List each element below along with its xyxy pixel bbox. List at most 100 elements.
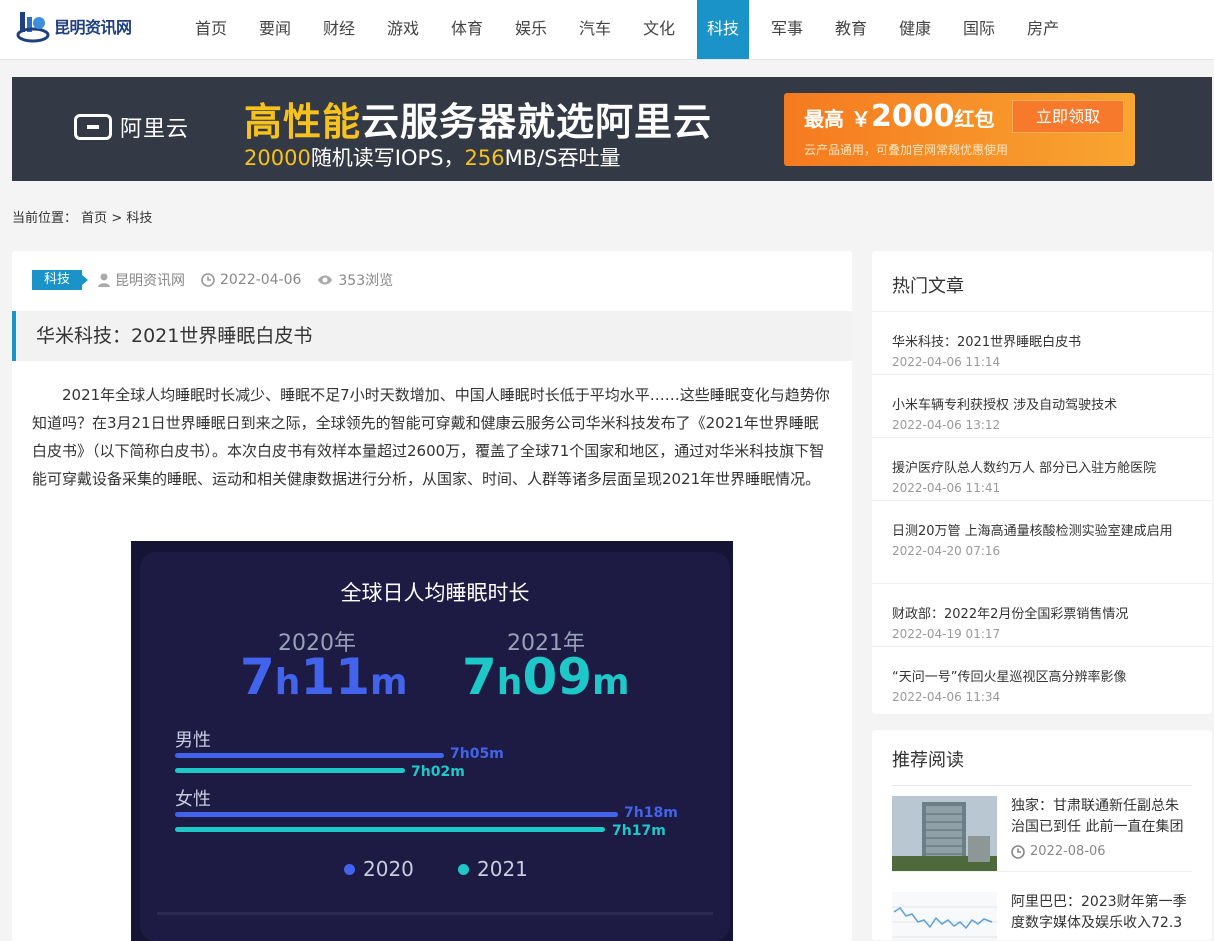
infographic-panel: 全球日人均睡眠时长 2020年 2021年 7h11m 7h09m 男性 7h0… bbox=[140, 552, 730, 941]
infographic-title: 全球日人均睡眠时长 bbox=[340, 581, 530, 605]
total-2020: 7h11m bbox=[240, 648, 408, 706]
banner-headline-rest: 云服务器就选阿里云 bbox=[361, 100, 713, 144]
nav-item-education[interactable]: 教育 bbox=[819, 0, 883, 59]
banner-sub-text-2: MB/S吞吐量 bbox=[504, 146, 621, 170]
recommended-date-text: 2022-08-06 bbox=[1030, 844, 1106, 859]
male-2020-bar bbox=[175, 753, 444, 758]
nav-item-health[interactable]: 健康 bbox=[883, 0, 947, 59]
hot-article-title[interactable]: “天问一号”传回火星巡视区高分辨率影像 bbox=[892, 668, 1192, 688]
stock-chart-icon bbox=[892, 892, 997, 940]
article-title-bar: 华米科技：2021世界睡眠白皮书 bbox=[12, 311, 852, 361]
amount-suffix: 红包 bbox=[954, 107, 995, 131]
legend-2020-label: 2020 bbox=[363, 857, 414, 881]
user-icon bbox=[98, 273, 111, 287]
total-2021: 7h09m bbox=[462, 648, 630, 706]
male-2020-value: 7h05m bbox=[450, 746, 504, 762]
hot-article-item[interactable]: 财政部：2022年2月份全国彩票销售情况 2022-04-19 01:17 bbox=[872, 584, 1212, 647]
category-tag[interactable]: 科技 bbox=[32, 270, 89, 290]
hot-article-item[interactable]: “天问一号”传回火星巡视区高分辨率影像 2022-04-06 11:34 bbox=[872, 647, 1212, 710]
banner-subline: 20000随机读写IOPS，256MB/S吞吐量 bbox=[244, 142, 621, 172]
hot-article-item[interactable]: 日测20万管 上海高通量核酸检测实验室建成启用 2022-04-20 07:16 bbox=[872, 501, 1212, 584]
hot-article-title[interactable]: 华米科技：2021世界睡眠白皮书 bbox=[892, 333, 1192, 353]
female-label: 女性 bbox=[175, 789, 211, 810]
female-2020-bar bbox=[175, 812, 618, 817]
infographic-divider bbox=[157, 912, 713, 915]
recommended-item[interactable]: 独家：甘肃联通新任副总朱治国已到任 此前一直在集团 2022-08-06 bbox=[892, 786, 1192, 872]
recommended-item[interactable]: 阿里巴巴：2023财年第一季度数字媒体及娱乐收入72.3 bbox=[892, 882, 1192, 940]
views-text: 353浏览 bbox=[338, 273, 394, 289]
banner-offer-box[interactable]: 最高 ￥2000红包 立即领取 云产品通用，可叠加官网常规优惠使用 bbox=[784, 93, 1135, 166]
nav-item-games[interactable]: 游戏 bbox=[371, 0, 435, 59]
nav-item-realestate[interactable]: 房产 bbox=[1011, 0, 1075, 59]
banner-headline: 高性能云服务器就选阿里云 bbox=[244, 91, 712, 146]
article-date: 2022-04-06 bbox=[201, 272, 301, 288]
hot-article-item[interactable]: 华米科技：2021世界睡眠白皮书 2022-04-06 11:14 bbox=[872, 312, 1212, 375]
breadcrumb-sep: > bbox=[111, 211, 123, 226]
hot-article-title[interactable]: 财政部：2022年2月份全国彩票销售情况 bbox=[892, 605, 1192, 625]
site-header: 昆明资讯网 首页 要闻 财经 游戏 体育 娱乐 汽车 文化 科技 军事 教育 健… bbox=[0, 0, 1214, 60]
total-2020-minutes-unit: m bbox=[370, 662, 408, 703]
hot-article-date: 2022-04-06 11:41 bbox=[892, 481, 1001, 495]
nav-item-finance[interactable]: 财经 bbox=[307, 0, 371, 59]
article-views: 353浏览 bbox=[317, 270, 393, 290]
nav-item-news[interactable]: 要闻 bbox=[243, 0, 307, 59]
total-2021-hours-unit: h bbox=[496, 662, 523, 703]
breadcrumb-prefix: 当前位置： bbox=[12, 211, 78, 226]
banner-note: 云产品通用，可叠加官网常规优惠使用 bbox=[804, 143, 1009, 157]
amount-prefix: 最高 bbox=[804, 107, 844, 131]
nav-item-culture[interactable]: 文化 bbox=[627, 0, 691, 59]
hot-article-date: 2022-04-20 07:16 bbox=[892, 544, 1001, 558]
recommended-separator bbox=[892, 871, 1192, 872]
recommended-thumbnail[interactable] bbox=[892, 892, 997, 940]
legend-2020: 2020 bbox=[344, 857, 414, 881]
hot-articles-title: 热门文章 bbox=[872, 251, 1212, 312]
nav-item-military[interactable]: 军事 bbox=[755, 0, 819, 59]
breadcrumb: 当前位置： 首页 > 科技 bbox=[12, 207, 152, 226]
total-2021-hours: 7 bbox=[462, 648, 497, 706]
recommended-title: 推荐阅读 bbox=[892, 750, 964, 771]
aliyun-logo: 阿里云 bbox=[74, 111, 189, 143]
banner-sub-throughput: 256 bbox=[464, 146, 505, 170]
hot-articles-panel: 热门文章 华米科技：2021世界睡眠白皮书 2022-04-06 11:14 小… bbox=[872, 251, 1212, 714]
male-label: 男性 bbox=[175, 730, 211, 751]
hot-article-title[interactable]: 小米车辆专利获授权 涉及自动驾驶技术 bbox=[892, 396, 1192, 416]
date-text: 2022-04-06 bbox=[220, 272, 302, 288]
recommended-item-title[interactable]: 独家：甘肃联通新任副总朱治国已到任 此前一直在集团 bbox=[1011, 796, 1191, 838]
recommended-item-title[interactable]: 阿里巴巴：2023财年第一季度数字媒体及娱乐收入72.3 bbox=[1011, 892, 1191, 934]
legend-dot-2021 bbox=[458, 863, 469, 875]
author-name: 昆明资讯网 bbox=[115, 273, 186, 289]
banner-headline-highlight: 高性能 bbox=[244, 100, 362, 144]
breadcrumb-current[interactable]: 科技 bbox=[126, 211, 152, 226]
ad-banner[interactable]: 阿里云 高性能云服务器就选阿里云 20000随机读写IOPS，256MB/S吞吐… bbox=[12, 77, 1212, 181]
nav-item-entertainment[interactable]: 娱乐 bbox=[499, 0, 563, 59]
clock-icon bbox=[201, 273, 215, 287]
sleep-infographic: 全球日人均睡眠时长 2020年 2021年 7h11m 7h09m 男性 7h0… bbox=[131, 541, 733, 941]
hot-article-date: 2022-04-06 11:34 bbox=[892, 690, 1001, 704]
banner-brand: 阿里云 bbox=[120, 117, 190, 142]
hot-article-title[interactable]: 日测20万管 上海高通量核酸检测实验室建成启用 bbox=[892, 522, 1192, 542]
hot-article-date: 2022-04-06 11:14 bbox=[892, 355, 1001, 369]
total-2020-hours-unit: h bbox=[274, 662, 301, 703]
recommended-panel: 推荐阅读 独家：甘肃联通新任副总朱治国已到任 此前一直在集团 2022-08-0… bbox=[872, 730, 1212, 940]
nav-item-sports[interactable]: 体育 bbox=[435, 0, 499, 59]
claim-button[interactable]: 立即领取 bbox=[1012, 100, 1124, 133]
hot-article-item[interactable]: 援沪医疗队总人数约万人 部分已入驻方舱医院 2022-04-06 11:41 bbox=[872, 438, 1212, 501]
clock-icon bbox=[1011, 844, 1025, 859]
nav-item-auto[interactable]: 汽车 bbox=[563, 0, 627, 59]
amount-currency: ￥ bbox=[850, 107, 871, 131]
nav-item-international[interactable]: 国际 bbox=[947, 0, 1011, 59]
breadcrumb-home[interactable]: 首页 bbox=[81, 211, 107, 226]
total-2020-minutes: 11 bbox=[300, 648, 371, 706]
total-2021-minutes-unit: m bbox=[592, 662, 630, 703]
recommended-thumbnail[interactable] bbox=[892, 796, 997, 872]
hot-article-title[interactable]: 援沪医疗队总人数约万人 部分已入驻方舱医院 bbox=[892, 459, 1192, 479]
total-2020-hours: 7 bbox=[240, 648, 275, 706]
legend-2021-label: 2021 bbox=[477, 857, 528, 881]
hot-article-item[interactable]: 小米车辆专利获授权 涉及自动驾驶技术 2022-04-06 13:12 bbox=[872, 375, 1212, 438]
main-nav: 首页 要闻 财经 游戏 体育 娱乐 汽车 文化 科技 军事 教育 健康 国际 房… bbox=[179, 0, 1075, 59]
nav-item-home[interactable]: 首页 bbox=[179, 0, 243, 59]
site-logo[interactable]: 昆明资讯网 bbox=[16, 8, 132, 44]
banner-amount: 最高 ￥2000红包 bbox=[804, 99, 994, 134]
nav-item-tech[interactable]: 科技 bbox=[697, 0, 749, 59]
article-author: 昆明资讯网 bbox=[98, 270, 185, 290]
